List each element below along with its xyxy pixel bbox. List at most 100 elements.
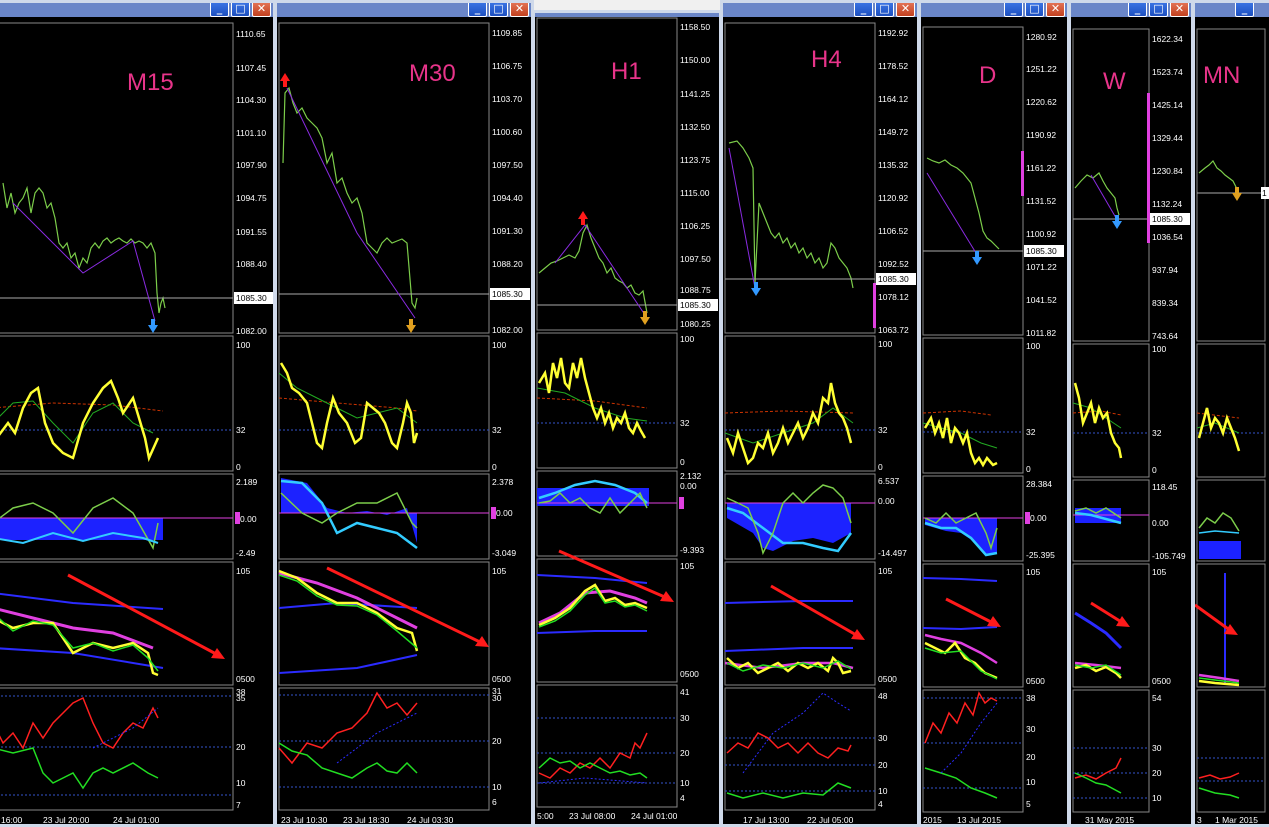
price-tick: 1230.84 — [1152, 166, 1183, 176]
rsi-panel[interactable]: 100 32 0 — [0, 335, 250, 472]
stochastic-panel[interactable]: 105 0500 — [536, 549, 699, 683]
adx-tick: 4 — [680, 793, 685, 803]
price-panel[interactable]: M15 1085.30 1110.65 1107.45 1104.30 1101… — [0, 22, 274, 336]
macd-tick: 2.189 — [236, 477, 258, 487]
adx-tick: 20 — [1152, 768, 1162, 778]
price-tick: 1178.52 — [878, 61, 908, 71]
price-tick: 1097.90 — [236, 160, 267, 170]
price-tick: 1107.45 — [236, 63, 266, 73]
time-axis: 2015 13 Jul 2015 — [923, 815, 1001, 824]
price-tick: 1110.65 — [236, 29, 266, 39]
time-axis: 23 Jul 10:30 23 Jul 18:30 24 Jul 03:30 — [281, 815, 454, 825]
rsi-panel[interactable]: 100 32 0 — [278, 335, 506, 472]
stoch-tick: 0500 — [878, 674, 897, 684]
adx-panel[interactable]: 38 35 20 10 7 — [0, 687, 246, 811]
adx-tick: 48 — [878, 691, 888, 701]
price-tick: 1100.60 — [492, 127, 522, 137]
price-panel[interactable]: M30 1085.30 1109.85 1106.75 1103.70 1100… — [278, 22, 530, 335]
stochastic-panel[interactable]: 105 0500 — [922, 563, 1045, 688]
price-panel[interactable]: H1 1085.30 1158.50 1150.00 1141.25 1132.… — [536, 17, 718, 331]
stoch-tick: 0500 — [1026, 676, 1045, 686]
time-tick: 17 Jul 13:00 — [743, 815, 790, 825]
chart-window-d[interactable]: _ □ ✕ D 1085.30 1280.92 1251.22 1220.62 … — [918, 0, 1070, 827]
chart-canvas[interactable]: H4 1085.30 1192.92 1178.52 1164.12 1149.… — [723, 3, 920, 827]
price-tick: 1097.50 — [492, 160, 523, 170]
price-tick: 1135.32 — [878, 160, 908, 170]
adx-tick: 6 — [492, 797, 497, 807]
price-tick: 1094.40 — [492, 193, 523, 203]
adx-tick: 20 — [492, 736, 502, 746]
adx-tick: 10 — [236, 778, 246, 788]
stoch-tick: 105 — [236, 566, 250, 576]
adx-tick: 20 — [236, 742, 246, 752]
macd-panel[interactable]: 6.537 0.00 -14.497 — [724, 473, 907, 560]
stochastic-panel[interactable] — [1195, 563, 1266, 688]
stochastic-panel[interactable]: 105 0500 — [1072, 563, 1171, 688]
rsi-tick: 100 — [1026, 341, 1040, 351]
adx-panel[interactable] — [1196, 689, 1266, 813]
stochastic-panel[interactable]: 105 0500 — [724, 561, 897, 686]
adx-panel[interactable]: 38 30 20 10 5 — [922, 689, 1036, 813]
price-tick: 1251.22 — [1026, 64, 1057, 74]
macd-panel[interactable]: 2.189 0.00 -2.49 — [0, 473, 258, 560]
stoch-tick: 105 — [1026, 567, 1040, 577]
rsi-panel[interactable]: 100 32 0 — [536, 332, 694, 469]
price-tick: 1158.50 — [680, 22, 710, 32]
macd-panel[interactable]: 2.378 0.00 -3.049 — [278, 473, 516, 560]
timeframe-label: M15 — [127, 69, 174, 96]
price-panel[interactable]: W 1085.30 1622.34 1523.74 1425.14 1329.4… — [1072, 28, 1190, 342]
time-tick: 24 Jul 03:30 — [407, 815, 454, 825]
rsi-panel[interactable]: 100 32 0 — [922, 337, 1040, 474]
chart-window-h1[interactable]: H1 1085.30 1158.50 1150.00 1141.25 1132.… — [532, 10, 722, 827]
chart-window-mn[interactable]: _ MN 1 3 1 Mar 2015 — [1192, 0, 1269, 827]
adx-tick: 30 — [492, 693, 502, 703]
price-tick: 1123.75 — [680, 155, 710, 165]
adx-tick: 20 — [1026, 752, 1036, 762]
chart-canvas[interactable]: M15 1085.30 1110.65 1107.45 1104.30 1101… — [0, 3, 276, 827]
stochastic-panel[interactable]: 105 0500 — [278, 561, 511, 686]
rsi-panel[interactable]: 100 32 0 — [724, 335, 892, 472]
macd-tick: -105.749 — [1152, 551, 1186, 561]
rsi-tick: 32 — [236, 425, 246, 435]
price-panel[interactable]: MN 1 — [1196, 28, 1269, 342]
chart-canvas[interactable]: H1 1085.30 1158.50 1150.00 1141.25 1132.… — [535, 13, 722, 827]
adx-tick: 4 — [878, 799, 883, 809]
price-tick: 1041.52 — [1026, 295, 1057, 305]
chart-canvas[interactable]: MN 1 3 1 Mar 2015 — [1195, 3, 1269, 827]
chart-window-h4[interactable]: _ □ ✕ H4 1085.30 1192.92 1178.52 1164.12… — [720, 0, 920, 827]
price-tick: 1080.25 — [680, 319, 711, 329]
stochastic-panel[interactable]: 105 0500 — [0, 561, 255, 686]
rsi-panel[interactable]: 100 32 0 — [1072, 343, 1166, 478]
rsi-tick: 0 — [1026, 464, 1031, 474]
macd-tick: 0.00 — [680, 481, 697, 491]
price-tick: 1149.72 — [878, 127, 908, 137]
price-tick: 1106.25 — [680, 221, 710, 231]
chart-canvas[interactable]: W 1085.30 1622.34 1523.74 1425.14 1329.4… — [1071, 3, 1194, 827]
price-panel[interactable]: D 1085.30 1280.92 1251.22 1220.62 1190.9… — [922, 26, 1064, 338]
adx-panel[interactable]: 54 30 20 10 — [1072, 689, 1162, 813]
time-tick: 24 Jul 01:00 — [631, 811, 678, 821]
price-tick: 1088.40 — [236, 259, 267, 269]
macd-panel[interactable]: 118.45 0.00 -105.749 — [1072, 479, 1186, 562]
time-tick: 23 Jul 10:30 — [281, 815, 328, 825]
price-panel[interactable]: H4 1085.30 1192.92 1178.52 1164.12 1149.… — [724, 22, 916, 335]
chart-window-w[interactable]: _ □ ✕ W 1085.30 1622.34 1523.74 1425.14 … — [1068, 0, 1194, 827]
adx-panel[interactable]: 48 30 20 10 4 — [724, 687, 888, 811]
macd-panel[interactable]: 28.384 0.00 -25.395 — [922, 475, 1055, 562]
adx-panel[interactable]: 41 30 20 10 4 — [536, 684, 690, 808]
chart-window-m15[interactable]: _ □ ✕ M15 1085.30 1110.65 1107.45 1104.3… — [0, 0, 276, 827]
rsi-tick: 100 — [236, 340, 250, 350]
adx-tick: 10 — [1026, 777, 1036, 787]
stoch-tick: 105 — [680, 561, 694, 571]
macd-panel[interactable]: 2.132 0.00 -9.393 — [536, 470, 704, 557]
chart-canvas[interactable]: D 1085.30 1280.92 1251.22 1220.62 1190.9… — [921, 3, 1070, 827]
chart-canvas[interactable]: M30 1085.30 1109.85 1106.75 1103.70 1100… — [277, 3, 534, 827]
rsi-panel[interactable] — [1196, 343, 1266, 478]
macd-tick: 118.45 — [1152, 482, 1178, 492]
macd-panel[interactable] — [1196, 479, 1266, 562]
current-price: 1085.30 — [236, 293, 267, 303]
macd-tick: -9.393 — [680, 545, 704, 555]
chart-window-m30[interactable]: _ □ ✕ M30 1085.30 1109.85 1106.75 1103.7… — [274, 0, 534, 827]
adx-panel[interactable]: 31 30 20 10 6 — [278, 686, 502, 811]
price-tick: 1220.62 — [1026, 97, 1057, 107]
